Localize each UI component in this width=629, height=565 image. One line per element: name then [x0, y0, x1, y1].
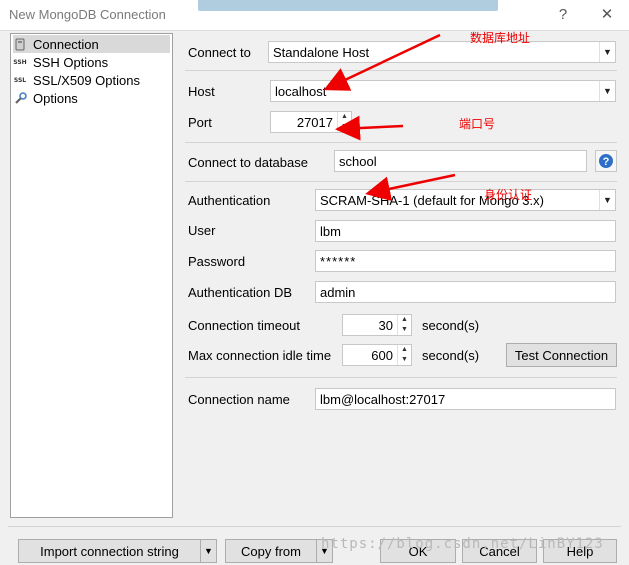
- import-button-label[interactable]: Import connection string: [19, 540, 200, 562]
- auth-label: Authentication: [188, 193, 271, 208]
- options-sidebar: Connection SSH SSH Options SSL SSL/X509 …: [10, 33, 173, 518]
- window-title: New MongoDB Connection: [9, 7, 166, 22]
- annotation-auth: 身份认证: [484, 188, 533, 202]
- close-icon[interactable]: ✕: [597, 5, 617, 25]
- database-info-button[interactable]: ?: [595, 150, 617, 172]
- idle-value: 600: [371, 348, 393, 363]
- user-field[interactable]: lbm: [315, 220, 616, 242]
- watermark: https://blog.csdn.net/LinBY123: [321, 536, 604, 552]
- user-label: User: [188, 223, 216, 238]
- connect-to-label: Connect to: [188, 45, 251, 60]
- idle-unit: second(s): [422, 348, 480, 363]
- auth-select[interactable]: SCRAM-SHA-1 (default for Mongo 3.x) ▼: [315, 189, 616, 211]
- host-label: Host: [188, 84, 215, 99]
- ssl-icon: SSL: [13, 76, 27, 84]
- password-field[interactable]: ******: [315, 250, 616, 272]
- port-stepper[interactable]: 27017 ▲ ▼: [270, 111, 352, 133]
- chevron-down-icon[interactable]: ▼: [599, 190, 615, 210]
- stepper-arrows-icon[interactable]: ▲ ▼: [397, 345, 411, 365]
- stepper-arrows-icon[interactable]: ▲ ▼: [397, 315, 411, 335]
- port-label: Port: [188, 115, 212, 130]
- divider: [185, 181, 617, 182]
- connection-name-field[interactable]: lbm@localhost:27017: [315, 388, 616, 410]
- import-connection-string-button[interactable]: Import connection string ▼: [18, 539, 217, 563]
- connect-to-select[interactable]: Standalone Host ▼: [268, 41, 616, 63]
- annotation-port: 端口号: [459, 117, 496, 131]
- conn-timeout-unit: second(s): [422, 318, 480, 333]
- database-label: Connect to database: [188, 155, 308, 170]
- sidebar-item-options[interactable]: Options: [13, 89, 170, 107]
- sidebar-item-label: SSH Options: [33, 54, 109, 70]
- sidebar-item-label: Options: [33, 90, 78, 106]
- wrench-icon: [13, 91, 27, 105]
- conn-timeout-label: Connection timeout: [188, 318, 301, 333]
- sidebar-item-label: Connection: [33, 36, 99, 52]
- idle-stepper[interactable]: 600 ▲ ▼: [342, 344, 412, 366]
- background-window-strip: [198, 0, 498, 11]
- sidebar-item-label: SSL/X509 Options: [33, 72, 140, 88]
- divider: [185, 70, 617, 71]
- title-bar: New MongoDB Connection ? ✕: [0, 0, 629, 30]
- authdb-field[interactable]: admin: [315, 281, 616, 303]
- password-label: Password: [188, 254, 246, 269]
- chevron-down-icon[interactable]: ▼: [599, 42, 615, 62]
- ssh-icon: SSH: [13, 58, 27, 66]
- copy-button-label[interactable]: Copy from: [226, 540, 316, 562]
- stepper-arrows-icon[interactable]: ▲ ▼: [337, 112, 351, 132]
- info-icon: ?: [599, 154, 613, 168]
- copy-from-button[interactable]: Copy from ▼: [225, 539, 333, 563]
- divider: [185, 142, 617, 143]
- conn-timeout-value: 30: [378, 318, 393, 333]
- chevron-down-icon[interactable]: ▼: [599, 81, 615, 101]
- conn-timeout-stepper[interactable]: 30 ▲ ▼: [342, 314, 412, 336]
- database-field[interactable]: school: [334, 150, 587, 172]
- host-select[interactable]: localhost ▼: [270, 80, 616, 102]
- sidebar-item-ssl-options[interactable]: SSL SSL/X509 Options: [13, 71, 170, 89]
- connection-icon: [13, 37, 27, 51]
- svg-text:?: ?: [603, 156, 610, 168]
- help-icon[interactable]: ?: [553, 5, 573, 25]
- sidebar-item-connection[interactable]: Connection: [13, 35, 170, 53]
- port-value: 27017: [296, 115, 333, 130]
- connect-to-value: Standalone Host: [273, 45, 370, 60]
- annotation-db-address: 数据库地址: [470, 31, 531, 45]
- chevron-down-icon[interactable]: ▼: [200, 540, 216, 562]
- divider: [185, 377, 617, 378]
- idle-label: Max connection idle time: [188, 348, 332, 363]
- host-value: localhost: [275, 84, 327, 99]
- sidebar-item-ssh-options[interactable]: SSH SSH Options: [13, 53, 170, 71]
- authdb-label: Authentication DB: [188, 285, 293, 300]
- name-label: Connection name: [188, 392, 290, 407]
- footer-divider: [8, 526, 621, 527]
- test-connection-button[interactable]: Test Connection: [506, 343, 617, 367]
